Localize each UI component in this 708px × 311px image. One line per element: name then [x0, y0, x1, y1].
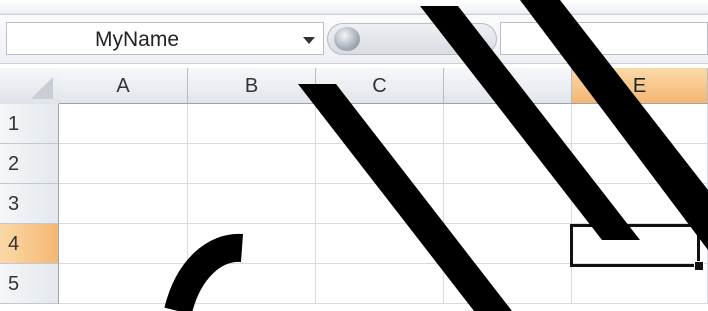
active-cell-e4[interactable] — [570, 224, 700, 267]
row-header-3[interactable]: 3 — [0, 184, 59, 224]
formula-controls: fx — [327, 23, 497, 55]
cell-e3[interactable] — [572, 184, 708, 224]
cell-a1[interactable] — [59, 104, 188, 144]
column-header-row: A B C D E — [0, 68, 708, 105]
cell-a3[interactable] — [59, 184, 188, 224]
chevron-down-icon[interactable] — [303, 37, 315, 44]
formula-input[interactable] — [500, 22, 708, 55]
cell-d2[interactable] — [444, 144, 572, 184]
cell-a2[interactable] — [59, 144, 188, 184]
cell-d3[interactable] — [444, 184, 572, 224]
cell-e5[interactable] — [572, 264, 708, 304]
formula-bar: MyName fx — [0, 14, 708, 64]
cell-c5[interactable] — [316, 264, 444, 304]
cell-b1[interactable] — [188, 104, 316, 144]
fill-handle[interactable] — [694, 261, 704, 271]
cell-a5[interactable] — [59, 264, 188, 304]
worksheet-grid: A B C D E 1 2 3 4 5 — [0, 68, 708, 311]
column-header-e[interactable]: E — [572, 68, 708, 104]
column-header-d[interactable]: D — [444, 68, 572, 104]
row-header-5[interactable]: 5 — [0, 264, 59, 304]
column-header-b[interactable]: B — [188, 68, 316, 104]
row-header-4[interactable]: 4 — [0, 224, 59, 264]
cell-c2[interactable] — [316, 144, 444, 184]
cell-b4[interactable] — [188, 224, 316, 264]
row-header-1[interactable]: 1 — [0, 104, 59, 144]
ribbon-bottom-edge — [0, 0, 708, 14]
cell-c3[interactable] — [316, 184, 444, 224]
column-header-a[interactable]: A — [59, 68, 188, 104]
fx-icon[interactable]: fx — [457, 27, 475, 48]
cell-b5[interactable] — [188, 264, 316, 304]
column-header-c[interactable]: C — [316, 68, 444, 104]
cell-c4[interactable] — [316, 224, 444, 264]
select-all-icon — [31, 77, 53, 99]
cell-c1[interactable] — [316, 104, 444, 144]
name-box[interactable]: MyName — [6, 22, 324, 55]
row-header-2[interactable]: 2 — [0, 144, 59, 184]
cell-e2[interactable] — [572, 144, 708, 184]
cell-d4[interactable] — [444, 224, 572, 264]
cell-b2[interactable] — [188, 144, 316, 184]
cell-b3[interactable] — [188, 184, 316, 224]
cell-d5[interactable] — [444, 264, 572, 304]
name-box-value: MyName — [95, 28, 180, 51]
select-all-button[interactable] — [0, 68, 60, 105]
grip-icon[interactable] — [334, 27, 360, 51]
cell-a4[interactable] — [59, 224, 188, 264]
cell-e1[interactable] — [572, 104, 708, 144]
cell-d1[interactable] — [444, 104, 572, 144]
